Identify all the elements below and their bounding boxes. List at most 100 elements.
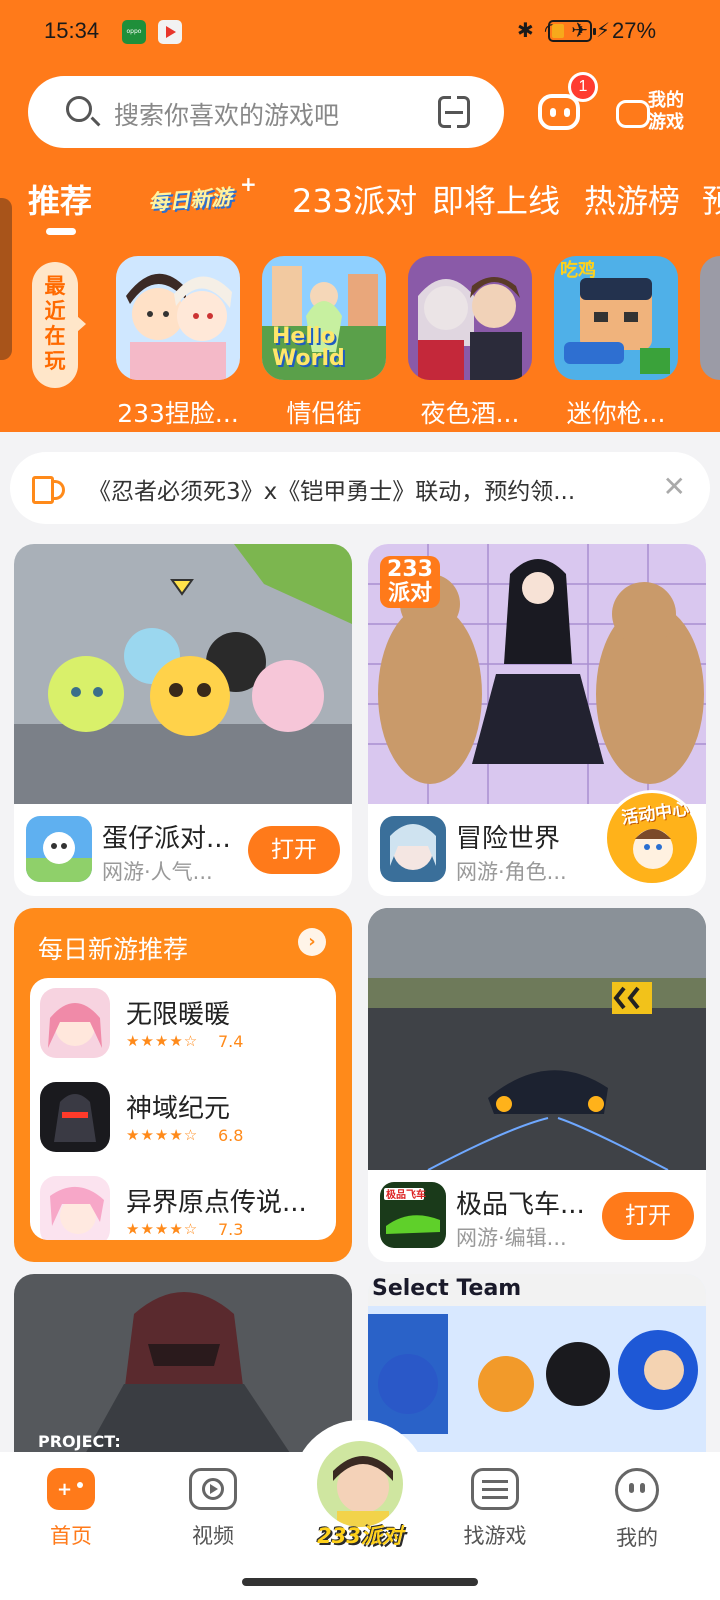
daily-new-games-panel[interactable]: 每日新游推荐 › 无限暖暖 ★★★★☆ 7.4 神域纪元 ★★★★☆ 6.8 异…: [14, 908, 352, 1262]
game-title: 冒险世界: [456, 824, 561, 854]
game-title: 极品飞车...: [456, 1190, 585, 1220]
recent-game-thumb: [408, 256, 532, 380]
game-tags: 网游·人气...: [102, 860, 213, 884]
game-banner: Select Team: [368, 1274, 706, 1474]
game-banner: [368, 908, 706, 1171]
recent-game-thumb: [116, 256, 240, 380]
recent-game-3[interactable]: 夜色酒...: [408, 256, 532, 430]
banner-text: PROJECT:: [38, 1432, 121, 1451]
scan-icon[interactable]: [438, 95, 470, 129]
nav-label: 视频: [192, 1524, 234, 1548]
tab-recommend[interactable]: 推荐: [28, 176, 92, 222]
nav-label: 我的: [616, 1526, 658, 1550]
game-banner: PROJECT:: [14, 1274, 352, 1474]
tab-233-party[interactable]: 233派对: [292, 176, 417, 222]
tab-preorder[interactable]: 预: [702, 176, 720, 222]
rating-stars-icon: ★★★★☆: [126, 1032, 199, 1050]
recent-game-name: 233捏脸...: [117, 399, 239, 428]
nav-label: 找游戏: [463, 1524, 527, 1548]
chevron-right-icon[interactable]: ›: [298, 928, 326, 956]
game-card-footer: 蛋仔派对... 网游·人气... 打开: [14, 804, 352, 896]
recent-game-partial[interactable]: [700, 256, 720, 380]
nav-find-games[interactable]: 找游戏: [450, 1468, 540, 1550]
recent-game-name: 夜色酒...: [420, 399, 520, 428]
search-icon: [66, 96, 92, 122]
my-games-button[interactable]: 我的游戏: [616, 90, 690, 138]
notification-video-icon: [158, 20, 182, 44]
smiley-icon: [615, 1468, 659, 1512]
recent-game-1[interactable]: 233捏脸...: [116, 256, 240, 430]
party-badge: 233派对: [380, 556, 440, 608]
rating-stars-icon: ★★★★☆: [126, 1220, 199, 1238]
nav-party-label[interactable]: 233派对: [312, 1520, 408, 1550]
daily-game-name: 无限暖暖: [126, 1000, 231, 1030]
recent-game-name: 情侣街: [286, 399, 362, 428]
nav-me[interactable]: 我的: [592, 1468, 682, 1552]
battery-percent: 27%: [612, 18, 657, 43]
megaphone-icon: [32, 474, 66, 504]
daily-game-item[interactable]: 无限暖暖 ★★★★☆ 7.4: [40, 988, 330, 1070]
thumb-logo-text: Hello World: [272, 324, 345, 371]
game-title: 蛋仔派对...: [102, 824, 231, 854]
daily-game-rating: 6.8: [218, 1126, 244, 1145]
messages-button[interactable]: 1: [536, 72, 598, 132]
game-card[interactable]: PROJECT:: [14, 1274, 352, 1474]
game-banner: [14, 544, 352, 804]
open-button[interactable]: 打开: [248, 826, 340, 874]
game-card[interactable]: 极品飞车 极品飞车... 网游·编辑... 打开: [368, 908, 706, 1262]
search-bar[interactable]: 搜索你喜欢的游戏吧: [28, 76, 504, 148]
nav-video[interactable]: 视频: [168, 1468, 258, 1550]
announcement-text: 《忍者必须死3》x《铠甲勇士》联动，预约领...: [88, 479, 576, 505]
recent-game-thumb: 吃鸡: [554, 256, 678, 380]
game-icon: [26, 816, 92, 882]
banner-text: Select Team: [372, 1276, 522, 1301]
game-icon-logo-text: 极品飞车: [386, 1190, 426, 1201]
game-card[interactable]: 233派对 冒险世界 网游·角色... 活动中心: [368, 544, 706, 896]
gamepad-icon: [616, 100, 650, 128]
recent-game-name: 迷你枪...: [566, 399, 666, 428]
game-banner: 233派对: [368, 544, 706, 804]
rating-stars-icon: ★★★★☆: [126, 1126, 199, 1144]
daily-game-item[interactable]: 神域纪元 ★★★★☆ 6.8: [40, 1082, 330, 1164]
notification-app-icon: oppo: [122, 20, 146, 44]
active-tab-indicator: [46, 228, 76, 235]
game-card[interactable]: Select Team: [368, 1274, 706, 1474]
gamepad-icon: +: [47, 1468, 95, 1510]
tab-hot-list[interactable]: 热游榜: [584, 176, 680, 222]
game-tags: 网游·角色...: [456, 860, 567, 884]
close-icon[interactable]: ✕: [663, 470, 686, 503]
activity-center-button[interactable]: 活动中心: [604, 790, 700, 886]
nav-home[interactable]: + 首页: [26, 1468, 116, 1550]
daily-game-list: 无限暖暖 ★★★★☆ 7.4 神域纪元 ★★★★☆ 6.8 异界原点传说... …: [30, 978, 336, 1240]
home-indicator[interactable]: [242, 1578, 478, 1586]
announcement-bar[interactable]: 《忍者必须死3》x《铠甲勇士》联动，预约领... ✕: [10, 452, 710, 524]
tab-daily-new[interactable]: 每日新游: [147, 181, 233, 217]
sparkle-icon: +: [240, 172, 257, 196]
game-tags: 网游·编辑...: [456, 1226, 567, 1250]
recent-game-thumb: Hello World: [262, 256, 386, 380]
charging-icon: ⚡: [596, 18, 611, 42]
message-badge: 1: [568, 72, 598, 102]
daily-game-rating: 7.4: [218, 1032, 244, 1051]
play-icon: [189, 1468, 237, 1510]
battery-icon: [548, 20, 596, 42]
daily-game-rating: 7.3: [218, 1220, 244, 1239]
tab-coming-soon[interactable]: 即将上线: [432, 176, 560, 222]
bluetooth-icon: ✱: [517, 18, 534, 42]
svg-text:吃鸡: 吃鸡: [560, 259, 596, 281]
recent-game-4[interactable]: 吃鸡 迷你枪...: [554, 256, 678, 430]
search-input[interactable]: 搜索你喜欢的游戏吧: [114, 96, 339, 132]
game-icon: [40, 1082, 110, 1152]
game-card[interactable]: 蛋仔派对... 网游·人气... 打开: [14, 544, 352, 896]
open-button[interactable]: 打开: [602, 1192, 694, 1240]
game-icon: [40, 1176, 110, 1240]
daily-game-item[interactable]: 异界原点传说... ★★★★☆ 7.3: [40, 1176, 330, 1240]
game-icon: [380, 816, 446, 882]
list-icon: [471, 1468, 519, 1510]
status-time: 15:34: [44, 18, 100, 43]
recent-game-2[interactable]: Hello World 情侣街: [262, 256, 386, 430]
party-avatar[interactable]: [314, 1438, 406, 1530]
nav-label: 首页: [50, 1524, 92, 1548]
game-icon: [40, 988, 110, 1058]
game-icon: 极品飞车: [380, 1182, 446, 1248]
